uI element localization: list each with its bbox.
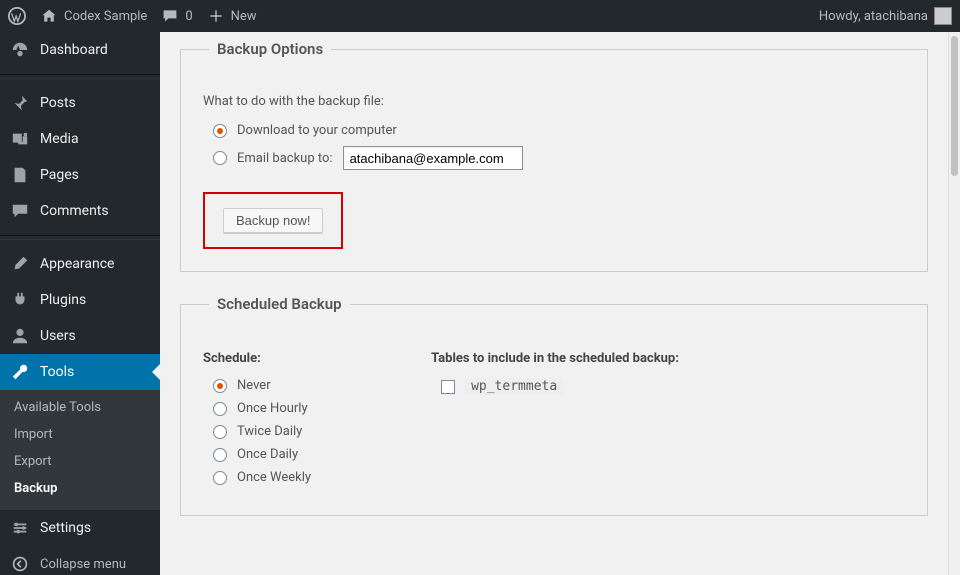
comment-icon xyxy=(161,7,179,25)
option-download-label: Download to your computer xyxy=(237,123,397,138)
sidebar-item-dashboard[interactable]: Dashboard xyxy=(0,32,160,68)
sidebar-item-label: Comments xyxy=(40,203,109,219)
tools-submenu: Available Tools Import Export Backup xyxy=(0,390,160,510)
media-icon xyxy=(10,129,30,149)
sidebar-item-label: Appearance xyxy=(40,256,114,272)
sidebar-item-label: Dashboard xyxy=(40,42,108,58)
schedule-option-never: Never xyxy=(213,378,311,393)
backup-now-button[interactable]: Backup now! xyxy=(223,208,323,233)
radio-once-weekly[interactable] xyxy=(213,471,227,485)
admin-bar: Codex Sample 0 New Howdy, atachibana xyxy=(0,0,960,32)
scrollbar-thumb[interactable] xyxy=(951,36,958,176)
sidebar-item-label: Settings xyxy=(40,520,91,536)
schedule-option-once-weekly: Once Weekly xyxy=(213,470,311,485)
radio-twice-daily[interactable] xyxy=(213,425,227,439)
wrench-icon xyxy=(10,362,30,382)
radio-email[interactable] xyxy=(213,151,227,165)
option-email-row: Email backup to: xyxy=(213,146,905,170)
sidebar-item-label: Users xyxy=(40,328,76,344)
sidebar-item-settings[interactable]: Settings xyxy=(0,510,160,546)
dashboard-icon xyxy=(10,40,30,60)
option-download-row: Download to your computer xyxy=(213,123,905,138)
radio-hourly[interactable] xyxy=(213,402,227,416)
schedule-option-label: Once Weekly xyxy=(237,470,311,485)
option-email-label: Email backup to: xyxy=(237,151,333,166)
sidebar-item-posts[interactable]: Posts xyxy=(0,85,160,121)
admin-sidebar: Dashboard Posts Media Pages Comments App… xyxy=(0,32,160,575)
collapse-menu[interactable]: Collapse menu xyxy=(0,546,160,575)
site-name-link[interactable]: Codex Sample xyxy=(40,7,147,25)
comments-count: 0 xyxy=(185,9,192,24)
table-row: wp_termmeta xyxy=(441,378,679,395)
sidebar-item-tools[interactable]: Tools xyxy=(0,354,160,390)
schedule-option-hourly: Once Hourly xyxy=(213,401,311,416)
scheduled-backup-legend: Scheduled Backup xyxy=(209,295,350,313)
backup-options-legend: Backup Options xyxy=(209,40,331,58)
sidebar-item-comments[interactable]: Comments xyxy=(0,193,160,229)
sliders-icon xyxy=(10,518,30,538)
submenu-item-backup[interactable]: Backup xyxy=(0,475,160,502)
radio-never[interactable] xyxy=(213,379,227,393)
schedule-option-label: Once Daily xyxy=(237,447,298,462)
plus-icon xyxy=(207,7,225,25)
sidebar-item-label: Plugins xyxy=(40,292,86,308)
home-icon xyxy=(40,7,58,25)
sidebar-item-pages[interactable]: Pages xyxy=(0,157,160,193)
schedule-column: Schedule: Never Once Hourly Twice Daily … xyxy=(203,351,311,493)
checkbox-wp-termmeta[interactable] xyxy=(441,380,455,394)
collapse-label: Collapse menu xyxy=(40,557,126,572)
scheduled-backup-panel: Scheduled Backup Schedule: Never Once Ho… xyxy=(180,295,928,516)
user-icon xyxy=(10,326,30,346)
menu-separator xyxy=(0,235,160,240)
radio-once-daily[interactable] xyxy=(213,448,227,462)
new-label: New xyxy=(231,9,257,24)
pin-icon xyxy=(10,93,30,113)
radio-download[interactable] xyxy=(213,124,227,138)
sidebar-item-plugins[interactable]: Plugins xyxy=(0,282,160,318)
sidebar-item-users[interactable]: Users xyxy=(0,318,160,354)
plug-icon xyxy=(10,290,30,310)
backup-prompt: What to do with the backup file: xyxy=(203,94,905,109)
sidebar-item-media[interactable]: Media xyxy=(0,121,160,157)
email-field[interactable] xyxy=(343,146,523,170)
greeting-text: Howdy, atachibana xyxy=(819,9,928,24)
schedule-option-label: Never xyxy=(237,378,271,393)
page-icon xyxy=(10,165,30,185)
comments-link[interactable]: 0 xyxy=(161,7,192,25)
avatar xyxy=(934,7,952,25)
tables-heading: Tables to include in the scheduled backu… xyxy=(431,351,679,366)
schedule-option-label: Twice Daily xyxy=(237,424,302,439)
wp-logo[interactable] xyxy=(8,7,26,25)
sidebar-item-appearance[interactable]: Appearance xyxy=(0,246,160,282)
schedule-heading: Schedule: xyxy=(203,351,311,366)
tables-column: Tables to include in the scheduled backu… xyxy=(431,351,679,493)
brush-icon xyxy=(10,254,30,274)
submenu-item-available-tools[interactable]: Available Tools xyxy=(0,394,160,421)
schedule-option-twice-daily: Twice Daily xyxy=(213,424,311,439)
highlight-box: Backup now! xyxy=(203,192,343,249)
submenu-item-import[interactable]: Import xyxy=(0,421,160,448)
scrollbar[interactable] xyxy=(948,32,960,575)
site-name: Codex Sample xyxy=(64,9,147,24)
sidebar-item-label: Media xyxy=(40,131,79,147)
sidebar-item-label: Posts xyxy=(40,95,76,111)
main-content: Backup Options What to do with the backu… xyxy=(160,32,948,575)
sidebar-item-label: Tools xyxy=(40,364,74,380)
schedule-option-once-daily: Once Daily xyxy=(213,447,311,462)
collapse-icon xyxy=(10,554,30,574)
submenu-item-export[interactable]: Export xyxy=(0,448,160,475)
sidebar-item-label: Pages xyxy=(40,167,79,183)
backup-options-panel: Backup Options What to do with the backu… xyxy=(180,40,928,272)
account-link[interactable]: Howdy, atachibana xyxy=(819,7,952,25)
new-content-link[interactable]: New xyxy=(207,7,257,25)
table-name: wp_termmeta xyxy=(465,378,563,395)
menu-separator xyxy=(0,74,160,79)
wordpress-icon xyxy=(8,7,26,25)
comment-icon xyxy=(10,201,30,221)
schedule-option-label: Once Hourly xyxy=(237,401,308,416)
